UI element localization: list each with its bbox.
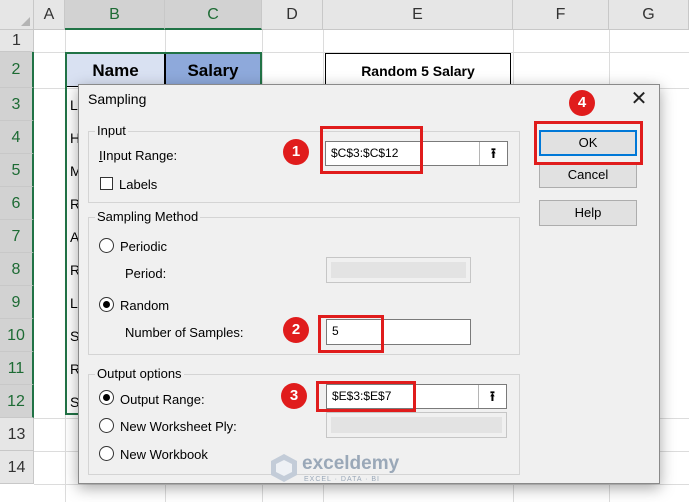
row-header-8[interactable]: 8 [0,253,34,286]
collapse-dialog-icon[interactable]: ⭱ [478,385,506,408]
new-workbook-radio[interactable] [99,446,114,461]
row-header-11[interactable]: 11 [0,352,34,385]
new-worksheet-ply-field [326,412,507,438]
row-header-3[interactable]: 3 [0,88,34,121]
row-header-7[interactable]: 7 [0,220,34,253]
step-3-badge: 3 [281,383,307,409]
highlight-ok-button [534,121,643,165]
row-header-9[interactable]: 9 [0,286,34,319]
output-range-label: Output Range: [120,392,205,407]
watermark-name: exceldemy [302,453,400,474]
labels-checkbox[interactable] [100,177,113,190]
row-header-14[interactable]: 14 [0,451,34,484]
row-header-5[interactable]: 5 [0,154,34,187]
row-header-12[interactable]: 12 [0,385,34,418]
watermark-tagline: EXCEL · DATA · BI [304,476,380,483]
column-header-d[interactable]: D [262,0,323,30]
highlight-input-range [320,126,423,174]
highlight-number-of-samples [318,315,384,353]
row-header-4[interactable]: 4 [0,121,34,154]
dialog-title: Sampling [88,91,147,107]
close-icon[interactable]: ✕ [625,87,653,111]
period-field [326,257,471,283]
number-of-samples-label: Number of Samples: [125,325,244,340]
highlight-output-range [316,381,416,412]
step-2-badge: 2 [283,317,309,343]
column-header-c[interactable]: C [165,0,262,30]
input-group-label: Input [95,123,128,138]
new-worksheet-ply-label: New Worksheet Ply: [120,419,237,434]
periodic-radio-label: Periodic [120,239,167,254]
input-range-label: IInput Range: [99,148,178,163]
new-worksheet-ply-radio[interactable] [99,418,114,433]
cancel-button[interactable]: Cancel [539,162,637,188]
output-range-radio[interactable] [99,390,114,405]
collapse-dialog-icon[interactable]: ⭱ [479,142,507,165]
column-header-b[interactable]: B [65,0,165,30]
gridline [34,484,689,485]
new-workbook-label: New Workbook [120,447,208,462]
random-salary-header-cell[interactable]: Random 5 Salary [325,53,511,87]
period-label: Period: [125,266,167,281]
sampling-method-label: Sampling Method [95,209,201,224]
column-header-g[interactable]: G [609,0,689,30]
column-header-e[interactable]: E [323,0,513,30]
periodic-radio[interactable] [99,238,114,253]
row-header-6[interactable]: 6 [0,187,34,220]
random-radio[interactable] [99,297,114,312]
row-header-13[interactable]: 13 [0,418,34,451]
exceldemy-logo-icon [271,454,297,482]
output-options-label: Output options [95,366,184,381]
input-range-label-text: Input Range: [102,148,178,163]
select-all-corner[interactable] [0,0,34,30]
column-header-a[interactable]: A [34,0,65,30]
row-header-1[interactable]: 1 [0,30,34,52]
column-header-f[interactable]: F [513,0,609,30]
step-4-badge: 4 [569,90,595,116]
row-header-2[interactable]: 2 [0,52,34,88]
help-button[interactable]: Help [539,200,637,226]
step-1-badge: 1 [283,139,309,165]
watermark: exceldemy EXCEL · DATA · BI [270,453,399,486]
row-header-10[interactable]: 10 [0,319,34,352]
random-radio-label: Random [120,298,170,313]
labels-checkbox-label: Labels [119,177,158,192]
